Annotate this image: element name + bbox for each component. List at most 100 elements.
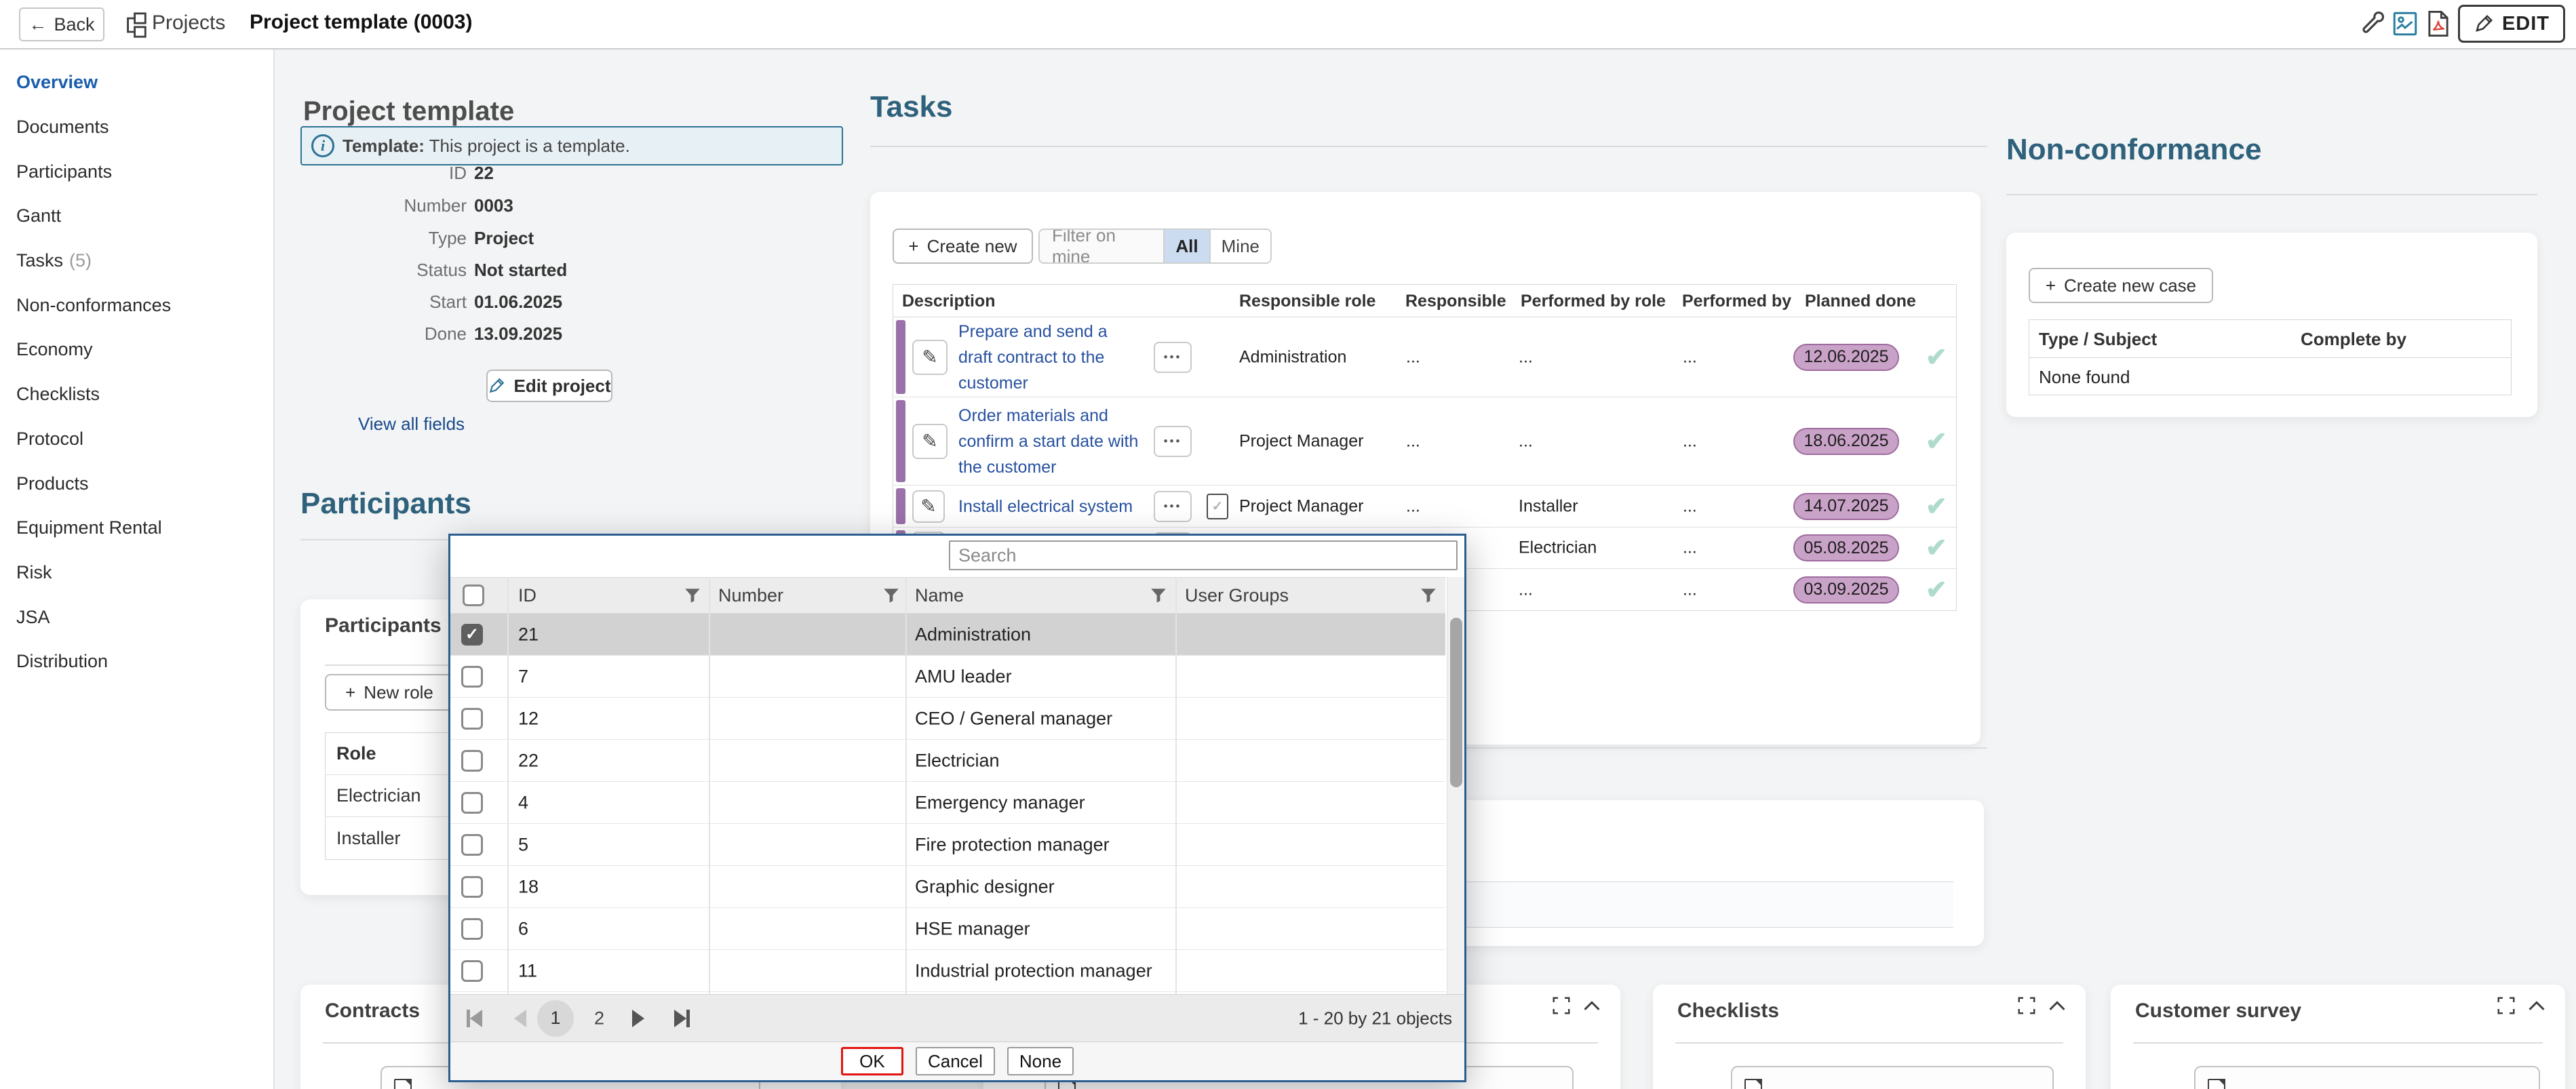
edit-task-button[interactable]: ✎ — [912, 424, 948, 459]
row-checkbox[interactable] — [461, 876, 483, 898]
edit-project-button[interactable]: Edit project — [486, 370, 612, 402]
pencil-icon — [488, 377, 505, 395]
modal-row[interactable]: 18Graphic designer — [450, 866, 1445, 908]
sidebar-item-economy[interactable]: Economy — [0, 328, 273, 372]
modal-row[interactable]: 5Fire protection manager — [450, 824, 1445, 866]
edit-label: EDIT — [2502, 13, 2550, 35]
task-more-button[interactable]: ••• — [1154, 491, 1192, 522]
sidebar-item-equipment-rental[interactable]: Equipment Rental — [0, 506, 273, 551]
sidebar-item-jsa[interactable]: JSA — [0, 595, 273, 639]
filter-funnel-icon[interactable] — [684, 588, 701, 604]
row-checkbox[interactable] — [461, 918, 483, 940]
row-checkbox[interactable] — [461, 834, 483, 856]
select-all-checkbox[interactable] — [463, 585, 484, 606]
sidebar-item-overview[interactable]: Overview — [0, 60, 273, 105]
sidebar-item-protocol[interactable]: Protocol — [0, 417, 273, 462]
row-checkbox[interactable]: ✓ — [461, 624, 483, 646]
collapse-chevron-icon[interactable] — [2048, 999, 2067, 1012]
modal-row[interactable]: 12CEO / General manager — [450, 698, 1445, 740]
field-row-done: Done13.09.2025 — [300, 323, 843, 345]
filter-mine-segment[interactable]: Mine — [1209, 230, 1270, 262]
done-check-icon[interactable]: ✔ — [1926, 426, 1947, 456]
sidebar-item-risk[interactable]: Risk — [0, 551, 273, 595]
collapse-chevron-icon[interactable] — [2527, 999, 2546, 1012]
task-description-link[interactable]: Order materials and confirm a start date… — [958, 403, 1143, 480]
sidebar-item-gantt[interactable]: Gantt — [0, 194, 273, 239]
modal-row[interactable]: ✓ 21Administration — [450, 614, 1445, 656]
task-description-link[interactable]: Prepare and send a draft contract to the… — [958, 319, 1143, 396]
done-check-icon[interactable]: ✔ — [1926, 342, 1947, 372]
sidebar-item-non-conformances[interactable]: Non-conformances — [0, 283, 273, 328]
edit-button[interactable]: EDIT — [2458, 5, 2565, 43]
non-conformance-heading: Non-conformance — [2006, 133, 2261, 167]
row-checkbox[interactable] — [461, 708, 483, 730]
done-check-icon[interactable]: ✔ — [1926, 574, 1947, 605]
first-page-button[interactable] — [467, 1010, 482, 1027]
previous-page-button[interactable] — [514, 1010, 526, 1027]
filter-all-segment[interactable]: All — [1163, 230, 1209, 262]
view-all-fields-link[interactable]: View all fields — [358, 414, 465, 435]
edit-task-button[interactable]: ✎ — [912, 490, 945, 523]
search-input[interactable] — [949, 540, 1458, 570]
done-check-icon[interactable]: ✔ — [1926, 491, 1947, 521]
performed-by-cell: ... — [1683, 580, 1697, 599]
checklists-action-button[interactable] — [1731, 1066, 2054, 1089]
task-description-link[interactable]: Install electrical system — [958, 494, 1133, 519]
performed-by-role-cell: ... — [1519, 431, 1533, 451]
report-chart-icon[interactable] — [2393, 12, 2417, 36]
modal-row[interactable]: 6HSE manager — [450, 908, 1445, 950]
modal-scrollbar[interactable] — [1447, 577, 1464, 994]
edit-task-button[interactable]: ✎ — [912, 340, 948, 375]
checklists-card: Checklists — [1653, 985, 2086, 1089]
survey-action-button[interactable] — [2194, 1066, 2540, 1089]
none-button[interactable]: None — [1007, 1047, 1074, 1075]
next-page-button[interactable] — [632, 1010, 644, 1027]
task-more-button[interactable]: ••• — [1154, 426, 1192, 457]
fullscreen-icon[interactable] — [2016, 995, 2037, 1016]
scrollbar-thumb[interactable] — [1450, 618, 1462, 787]
modal-row[interactable]: 7AMU leader — [450, 656, 1445, 698]
checklist-icon[interactable]: ✓ — [1207, 494, 1228, 519]
create-new-task-button[interactable]: + Create new — [893, 229, 1033, 264]
back-button[interactable]: ← Back — [19, 7, 104, 41]
pdf-export-icon[interactable] — [2427, 11, 2450, 37]
filter-funnel-icon[interactable] — [1420, 588, 1437, 604]
customer-survey-card: Customer survey — [2111, 985, 2565, 1089]
app-name[interactable]: Projects — [152, 12, 225, 35]
done-check-icon[interactable]: ✔ — [1926, 533, 1947, 563]
fullscreen-icon[interactable] — [2496, 995, 2516, 1016]
row-checkbox[interactable] — [461, 960, 483, 982]
responsible-role-cell: Project Manager — [1239, 431, 1363, 451]
row-checkbox[interactable] — [461, 666, 483, 688]
modal-table-header: ID Number Name User Groups — [450, 577, 1445, 614]
sidebar-item-distribution[interactable]: Distribution — [0, 639, 273, 684]
task-more-button[interactable]: ••• — [1154, 342, 1192, 373]
collapse-chevron-icon[interactable] — [1582, 999, 1601, 1012]
modal-row[interactable]: 22Electrician — [450, 740, 1445, 782]
last-page-button[interactable] — [674, 1010, 690, 1027]
sidebar-item-products[interactable]: Products — [0, 461, 273, 506]
modal-row[interactable]: 11Industrial protection manager — [450, 950, 1445, 992]
participants-heading: Participants — [300, 487, 471, 521]
sidebar-item-documents[interactable]: Documents — [0, 105, 273, 150]
sidebar-item-participants[interactable]: Participants — [0, 149, 273, 194]
new-role-button[interactable]: + New role — [325, 674, 454, 711]
filter-funnel-icon[interactable] — [1150, 588, 1167, 604]
fullscreen-icon[interactable] — [1551, 995, 1572, 1016]
field-row-number: Number0003 — [300, 195, 843, 217]
row-checkbox[interactable] — [461, 792, 483, 814]
page-2-button[interactable]: 2 — [594, 1008, 604, 1029]
plus-icon: + — [345, 682, 355, 703]
create-new-case-button[interactable]: + Create new case — [2029, 268, 2213, 303]
row-checkbox[interactable] — [461, 750, 483, 772]
modal-table: ID Number Name User Groups ✓ 21Administr… — [450, 577, 1464, 994]
ok-button[interactable]: OK — [841, 1047, 903, 1075]
modal-row[interactable]: 4Emergency manager — [450, 782, 1445, 824]
modal-footer: OK Cancel None — [450, 1042, 1464, 1080]
cancel-button[interactable]: Cancel — [916, 1047, 995, 1075]
page-1-button[interactable]: 1 — [537, 1000, 574, 1037]
tools-wrench-icon[interactable] — [2359, 11, 2385, 37]
sidebar-item-checklists[interactable]: Checklists — [0, 372, 273, 417]
filter-funnel-icon[interactable] — [883, 588, 899, 604]
sidebar-item-tasks[interactable]: Tasks(5) — [0, 239, 273, 283]
